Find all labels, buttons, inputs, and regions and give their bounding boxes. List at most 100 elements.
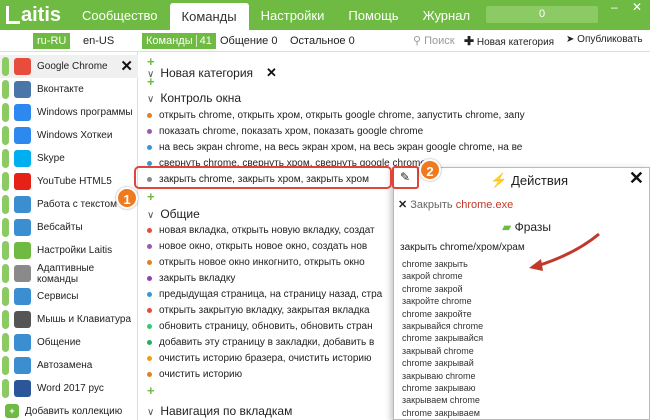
collection-toggle[interactable] bbox=[2, 379, 9, 398]
annotation-arrow bbox=[529, 232, 600, 271]
sub-toolbar: ru-RU en-US Команды 41 Общение 0 Остально… bbox=[0, 30, 650, 52]
command-phrases: на весь экран chrome, на весь экран хром… bbox=[159, 142, 523, 153]
send-icon: ➤ bbox=[566, 34, 575, 45]
command-phrases: добавить эту страницу в закладки, добави… bbox=[159, 337, 375, 348]
collection-toggle[interactable] bbox=[2, 264, 9, 283]
collection-toggle[interactable] bbox=[2, 103, 9, 122]
collection-toggle[interactable] bbox=[2, 218, 9, 237]
command-item[interactable]: открыть chrome, открыть хром, открыть go… bbox=[147, 110, 525, 121]
command-phrases: открыть chrome, открыть хром, открыть go… bbox=[159, 110, 525, 121]
chevron-down-icon: ∨ bbox=[147, 210, 155, 221]
actions-panel: ⚡ Действия ✕ ✕ Закрыть chrome.exe ▰ Фраз… bbox=[393, 167, 650, 420]
category-header-new[interactable]: ∨ Новая категория bbox=[147, 66, 253, 80]
close-app-action[interactable]: ✕ Закрыть chrome.exe bbox=[398, 198, 513, 211]
collection-toggle[interactable] bbox=[2, 126, 9, 145]
sidebar-item-label: Windows Хоткеи bbox=[37, 130, 113, 141]
phrase-item: chrome закрываю bbox=[402, 383, 476, 393]
sidebar-item[interactable]: Вебсайты bbox=[0, 216, 138, 239]
command-item[interactable]: открыть закрытую вкладку, закрытая вклад… bbox=[147, 305, 370, 316]
chrome-icon bbox=[14, 58, 31, 75]
command-item[interactable]: добавить эту страницу в закладки, добави… bbox=[147, 337, 374, 348]
command-status-dot bbox=[147, 275, 152, 281]
nav-community[interactable]: Сообщество bbox=[70, 0, 170, 30]
tab-commands[interactable]: Команды 41 bbox=[142, 33, 216, 49]
collection-toggle[interactable] bbox=[2, 80, 9, 99]
command-item[interactable]: предыдущая страница, на страницу назад, … bbox=[147, 289, 382, 300]
collection-toggle[interactable] bbox=[2, 287, 9, 306]
sidebar-item[interactable]: Мышь и Клавиатура bbox=[0, 308, 138, 331]
collection-toggle[interactable] bbox=[2, 195, 9, 214]
command-item[interactable]: на весь экран chrome, на весь экран хром… bbox=[147, 142, 522, 153]
collection-toggle[interactable] bbox=[2, 356, 9, 375]
sidebar-item[interactable]: Сервисы bbox=[0, 285, 138, 308]
sidebar-item-label: Windows программы bbox=[37, 107, 133, 118]
publish-button[interactable]: ➤ Опубликовать bbox=[566, 34, 643, 45]
category-header-general[interactable]: ∨ Общие bbox=[147, 207, 200, 221]
add-command-icon[interactable]: + bbox=[147, 383, 155, 398]
add-collection-button[interactable]: + Добавить коллекцию bbox=[0, 402, 138, 420]
collection-toggle[interactable] bbox=[2, 172, 9, 191]
close-window-button[interactable]: ✕ bbox=[632, 0, 642, 14]
sidebar-item-label: Вебсайты bbox=[37, 222, 83, 233]
category-header-window[interactable]: ∨ Контроль окна bbox=[147, 91, 241, 105]
new-category-button[interactable]: ✚ Новая категория bbox=[464, 34, 554, 48]
command-item[interactable]: новое окно, открыть новое окно, создать … bbox=[147, 241, 367, 252]
websites-icon bbox=[14, 219, 31, 236]
command-item[interactable]: закрыть вкладку bbox=[147, 273, 235, 284]
lang-en[interactable]: en-US bbox=[79, 33, 118, 49]
command-item[interactable]: очистить историю bbox=[147, 369, 242, 380]
add-command-icon[interactable]: + bbox=[147, 74, 155, 89]
minimize-button[interactable]: – bbox=[611, 0, 618, 14]
command-item[interactable]: обновить страницу, обновить, обновить ст… bbox=[147, 321, 373, 332]
tab-communication[interactable]: Общение 0 bbox=[216, 33, 281, 49]
command-item[interactable]: открыть новое окно инкогнито, открыть ок… bbox=[147, 257, 365, 268]
phrase-item: chrome закрывайся bbox=[402, 333, 484, 344]
command-status-dot bbox=[147, 291, 152, 297]
nav-help[interactable]: Помощь bbox=[336, 0, 410, 30]
lang-ru[interactable]: ru-RU bbox=[33, 33, 71, 49]
edit-command-button[interactable]: ✎ bbox=[392, 166, 419, 189]
command-status-dot bbox=[147, 227, 152, 233]
youtube-icon bbox=[14, 173, 31, 190]
command-status-dot bbox=[147, 128, 152, 134]
search-input[interactable]: ⚲ Поиск bbox=[413, 34, 455, 47]
delete-category-icon[interactable]: ✕ bbox=[266, 65, 277, 81]
add-command-icon[interactable]: + bbox=[147, 189, 155, 204]
sidebar-item[interactable]: Skype bbox=[0, 147, 138, 170]
collection-toggle[interactable] bbox=[2, 241, 9, 260]
sidebar-item[interactable]: Word 2017 рус bbox=[0, 377, 138, 400]
nav-journal[interactable]: Журнал bbox=[411, 0, 482, 30]
command-item[interactable]: показать chrome, показать хром, показать… bbox=[147, 126, 423, 137]
lightning-icon: ⚡ bbox=[490, 172, 508, 188]
category-header-tabs[interactable]: ∨ Навигация по вкладкам bbox=[147, 404, 292, 418]
command-item[interactable]: новая вкладка, открыть новую вкладку, со… bbox=[147, 225, 375, 236]
nav-commands[interactable]: Команды bbox=[169, 3, 249, 30]
sidebar-item[interactable]: Windows программы bbox=[0, 101, 138, 124]
collection-toggle[interactable] bbox=[2, 333, 9, 352]
phrase-item: закрывайся chrome bbox=[402, 321, 484, 331]
collection-toggle[interactable] bbox=[2, 57, 9, 76]
word-icon bbox=[14, 380, 31, 397]
command-phrases: обновить страницу, обновить, обновить ст… bbox=[159, 321, 373, 332]
sidebar-item-label: Вконтакте bbox=[37, 84, 84, 95]
remove-collection-icon[interactable]: ✕ bbox=[120, 57, 133, 75]
close-panel-button[interactable]: ✕ bbox=[629, 168, 644, 189]
sidebar-item[interactable]: YouTube HTML5 bbox=[0, 170, 138, 193]
pencil-icon: ✎ bbox=[400, 170, 411, 184]
services-icon bbox=[14, 288, 31, 305]
command-item[interactable]: очистить историю бразера, очистить истор… bbox=[147, 353, 372, 364]
nav-settings[interactable]: Настройки bbox=[249, 0, 337, 30]
tab-other[interactable]: Остальное 0 bbox=[286, 33, 359, 49]
collection-toggle[interactable] bbox=[2, 310, 9, 329]
sidebar-item[interactable]: Google Chrome ✕ bbox=[0, 55, 138, 78]
sidebar-item[interactable]: Общение bbox=[0, 331, 138, 354]
sidebar-item[interactable]: Windows Хоткеи bbox=[0, 124, 138, 147]
sidebar-item[interactable]: Адаптивные команды bbox=[0, 262, 138, 285]
sidebar-item[interactable]: Настройки Laitis bbox=[0, 239, 138, 262]
sidebar-item[interactable]: Вконтакте bbox=[0, 78, 138, 101]
command-phrases: новое окно, открыть новое окно, создать … bbox=[159, 241, 368, 252]
collection-toggle[interactable] bbox=[2, 149, 9, 168]
sidebar-item[interactable]: Автозамена bbox=[0, 354, 138, 377]
collections-sidebar: Google Chrome ✕ Вконтакте Windows программы… bbox=[0, 52, 138, 420]
sidebar-item-label: Адаптивные команды bbox=[37, 262, 95, 285]
